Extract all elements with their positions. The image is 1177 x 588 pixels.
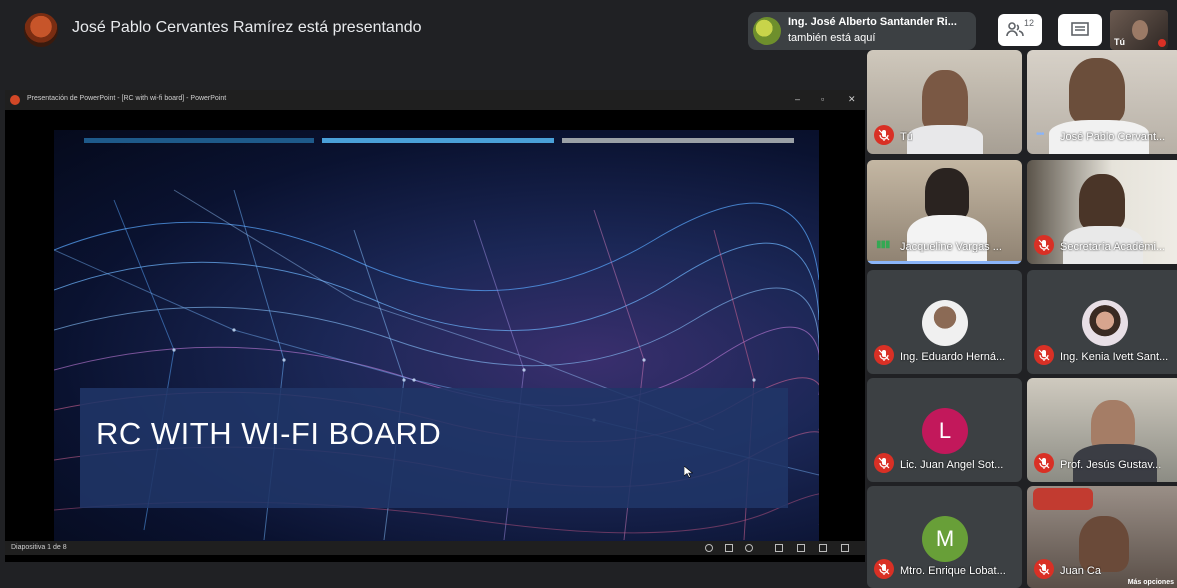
- participant-initial-avatar: L: [922, 408, 968, 454]
- participant-initial-avatar: M: [922, 516, 968, 562]
- display-settings-icon[interactable]: [745, 544, 753, 552]
- active-speaker-bar: [867, 261, 1022, 264]
- notes-icon[interactable]: [705, 544, 713, 552]
- participant-name: Lic. Juan Angel Sot...: [900, 459, 1004, 471]
- reading-view-icon[interactable]: [819, 544, 827, 552]
- chat-icon: [1071, 22, 1089, 36]
- mic-off-icon: [874, 345, 894, 365]
- participant-joined-toast[interactable]: Ing. José Alberto Santander Ri... tambié…: [748, 12, 976, 50]
- participant-video-figure: [1069, 58, 1125, 124]
- self-video-figure: [1132, 20, 1148, 40]
- participant-name: Jacqueline Vargas ...: [900, 241, 1002, 253]
- participant-video-figure: [1079, 516, 1129, 572]
- participant-tile[interactable]: M Mtro. Enrique Lobat...: [867, 486, 1022, 588]
- participant-avatar: [1082, 300, 1128, 346]
- slide-title-box: RC WITH WI-FI BOARD: [80, 388, 788, 508]
- mic-off-icon: [1034, 559, 1054, 579]
- people-button[interactable]: 12: [998, 14, 1042, 46]
- audio-level-icon: •••: [1036, 129, 1044, 140]
- participant-tile[interactable]: Prof. Jesús Gustav...: [1027, 378, 1177, 482]
- participant-tile[interactable]: Juan Ca Más opciones: [1027, 486, 1177, 588]
- participant-tile[interactable]: Secretaría Académi...: [1027, 160, 1177, 264]
- mic-off-icon: [1034, 235, 1054, 255]
- people-count-badge: 12: [1024, 18, 1035, 28]
- mic-off-icon: [874, 559, 894, 579]
- slide-accent-bar-3: [562, 138, 794, 143]
- mouse-cursor-icon: [684, 466, 693, 478]
- participant-video-figure: [907, 125, 983, 154]
- slide-accent-bar-2: [322, 138, 554, 143]
- maximize-icon[interactable]: ▫: [821, 94, 824, 104]
- participant-name: Ing. Kenia Ivett Sant...: [1060, 351, 1169, 363]
- presenter-status-text: José Pablo Cervantes Ramírez está presen…: [72, 19, 422, 36]
- powerpoint-title-bar: Presentación de PowerPoint - [RC with wi…: [5, 90, 865, 110]
- joined-participant-name: Ing. José Alberto Santander Ri...: [788, 16, 957, 28]
- participant-video-figure: [925, 168, 969, 220]
- minimize-icon[interactable]: –: [795, 94, 800, 104]
- participant-name: Mtro. Enrique Lobat...: [900, 565, 1006, 577]
- participant-tile[interactable]: Ing. Kenia Ivett Sant...: [1027, 270, 1177, 374]
- normal-view-icon[interactable]: [775, 544, 783, 552]
- self-view-label: Tú: [1114, 37, 1125, 47]
- powerpoint-logo-icon: [10, 95, 20, 105]
- slideshow-icon[interactable]: [841, 544, 849, 552]
- joined-participant-avatar: [753, 17, 781, 45]
- powerpoint-status-bar: Diapositiva 1 de 8: [5, 541, 865, 555]
- participant-tile[interactable]: ▮▮▮ Jacqueline Vargas ...: [867, 160, 1022, 264]
- presentation-stage: Presentación de PowerPoint - [RC with wi…: [5, 90, 865, 562]
- slide-sorter-icon[interactable]: [797, 544, 805, 552]
- chat-button[interactable]: [1058, 14, 1102, 46]
- participant-video-figure: [1033, 488, 1093, 510]
- mic-off-icon: [874, 125, 894, 145]
- participant-name: Juan Ca: [1060, 565, 1101, 577]
- mic-muted-indicator: [1158, 39, 1166, 47]
- mic-off-icon: [1034, 345, 1054, 365]
- participant-name: Tú: [900, 131, 913, 143]
- slide-counter: Diapositiva 1 de 8: [11, 544, 67, 551]
- participant-video-figure: [1079, 174, 1125, 230]
- slide-title: RC WITH WI-FI BOARD: [96, 416, 442, 451]
- participant-name: Prof. Jesús Gustav...: [1060, 459, 1162, 471]
- participant-name: Secretaría Académi...: [1060, 241, 1166, 253]
- more-options-button[interactable]: Más opciones: [1128, 579, 1174, 586]
- mic-off-icon: [1034, 453, 1054, 473]
- speaking-indicator-icon: ▮▮▮: [876, 239, 890, 250]
- participant-tile[interactable]: ••• José Pablo Cervant...: [1027, 50, 1177, 154]
- powerpoint-window-title: Presentación de PowerPoint - [RC with wi…: [27, 95, 227, 102]
- participant-tile[interactable]: Ing. Eduardo Herná...: [867, 270, 1022, 374]
- participant-video-figure: [922, 70, 968, 130]
- joined-participant-subtitle: también está aquí: [788, 32, 876, 44]
- participant-tile[interactable]: Tú: [867, 50, 1022, 154]
- participant-video-figure: [907, 215, 987, 264]
- participant-avatar: [922, 300, 968, 346]
- people-icon: [1006, 22, 1024, 37]
- close-icon[interactable]: ✕: [848, 94, 856, 105]
- presenter-avatar: [24, 13, 58, 47]
- slide-accent-bar-1: [84, 138, 314, 143]
- participant-name: Ing. Eduardo Herná...: [900, 351, 1006, 363]
- participant-name: José Pablo Cervant...: [1060, 131, 1166, 143]
- comments-icon[interactable]: [725, 544, 733, 552]
- slide-canvas: RC WITH WI-FI BOARD: [54, 130, 819, 546]
- self-view-thumbnail[interactable]: Tú: [1110, 10, 1168, 50]
- participant-tile[interactable]: L Lic. Juan Angel Sot...: [867, 378, 1022, 482]
- mic-off-icon: [874, 453, 894, 473]
